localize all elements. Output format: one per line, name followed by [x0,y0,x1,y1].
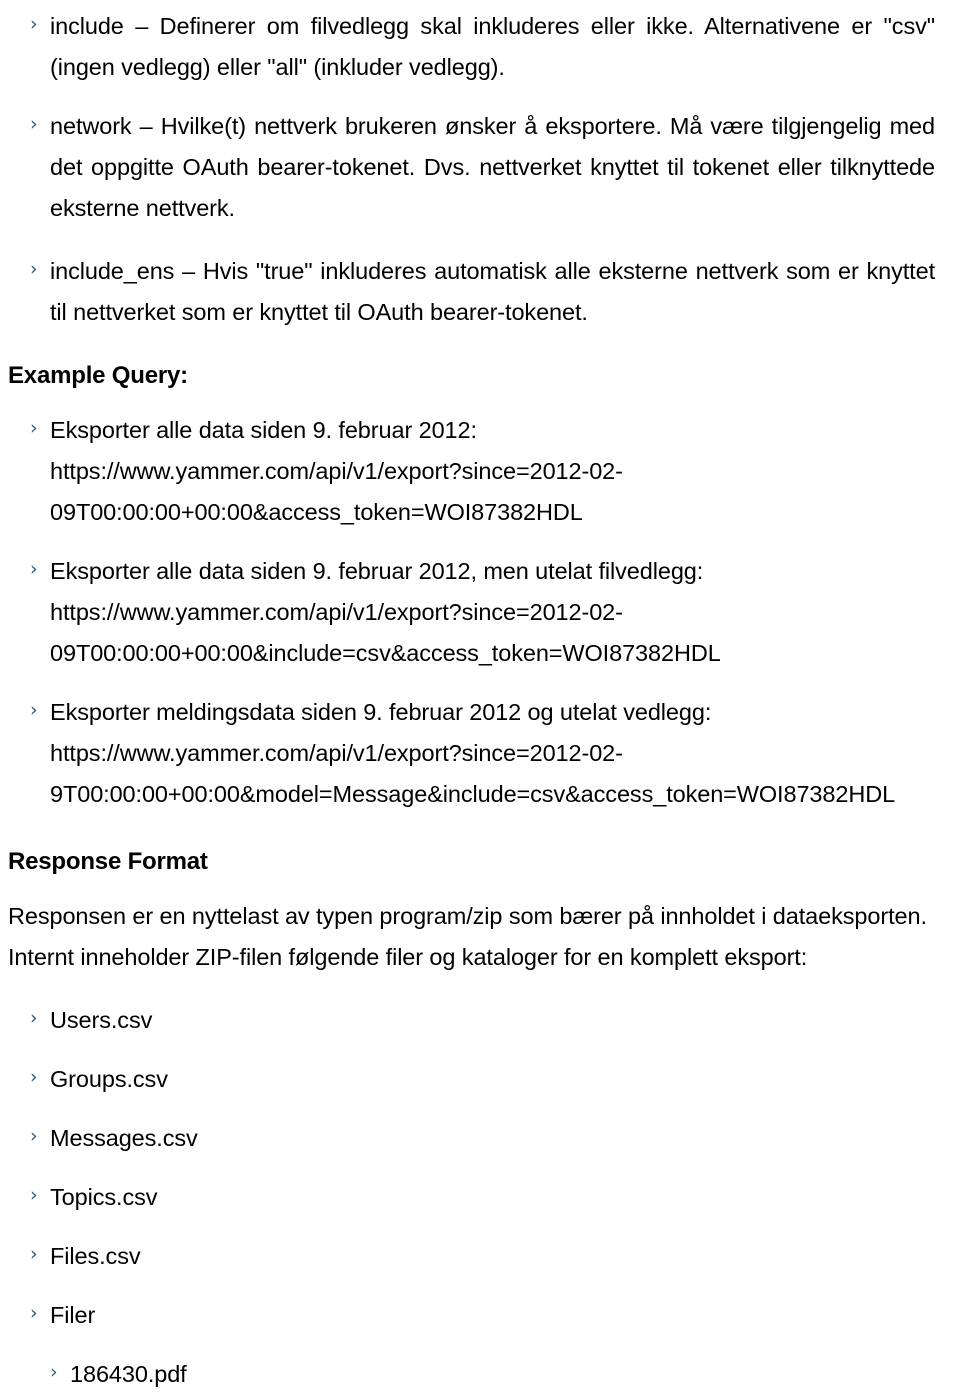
folder-name: Filer [50,1302,96,1328]
example-query-1-url-line-1: https://www.yammer.com/api/v1/export?sin… [50,458,623,484]
file-name: Files.csv [50,1243,141,1269]
chevron-bullet-icon: › [50,1361,58,1383]
example-query-3-url-line-1: https://www.yammer.com/api/v1/export?sin… [50,740,623,766]
list-item-param-include-ens: › include_ens – Hvis "true" inkluderes a… [0,251,960,333]
list-item-example-query-3: › Eksporter meldingsdata siden 9. februa… [0,692,960,815]
param-include-text: include – Definerer om filvedlegg skal i… [50,13,935,80]
chevron-bullet-icon: › [30,13,38,35]
example-query-3-caption: Eksporter meldingsdata siden 9. februar … [50,699,712,725]
param-network-text: network – Hvilke(t) nettverk brukeren øn… [50,113,935,221]
list-item-file-users: › Users.csv [0,1000,960,1041]
list-item-file-topics: › Topics.csv [0,1177,960,1218]
heading-example-query: Example Query: [8,362,188,389]
list-item-example-query-1: › Eksporter alle data siden 9. februar 2… [0,410,960,533]
file-name: 186430.pdf [70,1361,187,1387]
list-item-file-groups: › Groups.csv [0,1059,960,1100]
response-format-paragraph-line-2: Internt inneholder ZIP-filen følgende fi… [8,944,808,970]
list-item-param-include: › include – Definerer om filvedlegg skal… [0,6,960,88]
file-name: Groups.csv [50,1066,168,1092]
list-item-file-186430-pdf: › 186430.pdf [0,1354,960,1395]
chevron-bullet-icon: › [30,699,38,721]
chevron-bullet-icon: › [30,1243,38,1265]
example-query-2-url-line-1: https://www.yammer.com/api/v1/export?sin… [50,599,623,625]
chevron-bullet-icon: › [30,1184,38,1206]
chevron-bullet-icon: › [30,258,38,280]
example-query-2-caption: Eksporter alle data siden 9. februar 201… [50,558,704,584]
list-item-param-network: › network – Hvilke(t) nettverk brukeren … [0,106,960,229]
param-include-ens-text: include_ens – Hvis "true" inkluderes aut… [50,258,935,325]
chevron-bullet-icon: › [30,1302,38,1324]
example-query-1-url-line-2: 09T00:00:00+00:00&access_token=WOI87382H… [50,499,583,525]
chevron-bullet-icon: › [30,558,38,580]
document-page: › include – Definerer om filvedlegg skal… [0,0,960,1387]
list-item-file-files: › Files.csv [0,1236,960,1277]
file-name: Topics.csv [50,1184,158,1210]
chevron-bullet-icon: › [30,1066,38,1088]
example-query-1-caption: Eksporter alle data siden 9. februar 201… [50,417,477,443]
response-format-paragraph-line-1: Responsen er en nyttelast av typen progr… [8,903,927,929]
chevron-bullet-icon: › [30,1125,38,1147]
heading-response-format: Response Format [8,848,208,875]
chevron-bullet-icon: › [30,417,38,439]
example-query-2-url-line-2: 09T00:00:00+00:00&include=csv&access_tok… [50,640,721,666]
chevron-bullet-icon: › [30,113,38,135]
response-format-paragraph: Responsen er en nyttelast av typen progr… [0,896,960,978]
file-name: Messages.csv [50,1125,198,1151]
list-item-folder-filer: › Filer [0,1295,960,1336]
file-name: Users.csv [50,1007,153,1033]
list-item-example-query-2: › Eksporter alle data siden 9. februar 2… [0,551,960,674]
example-query-3-url-line-2: 9T00:00:00+00:00&model=Message&include=c… [50,781,896,807]
chevron-bullet-icon: › [30,1007,38,1029]
list-item-file-messages: › Messages.csv [0,1118,960,1159]
